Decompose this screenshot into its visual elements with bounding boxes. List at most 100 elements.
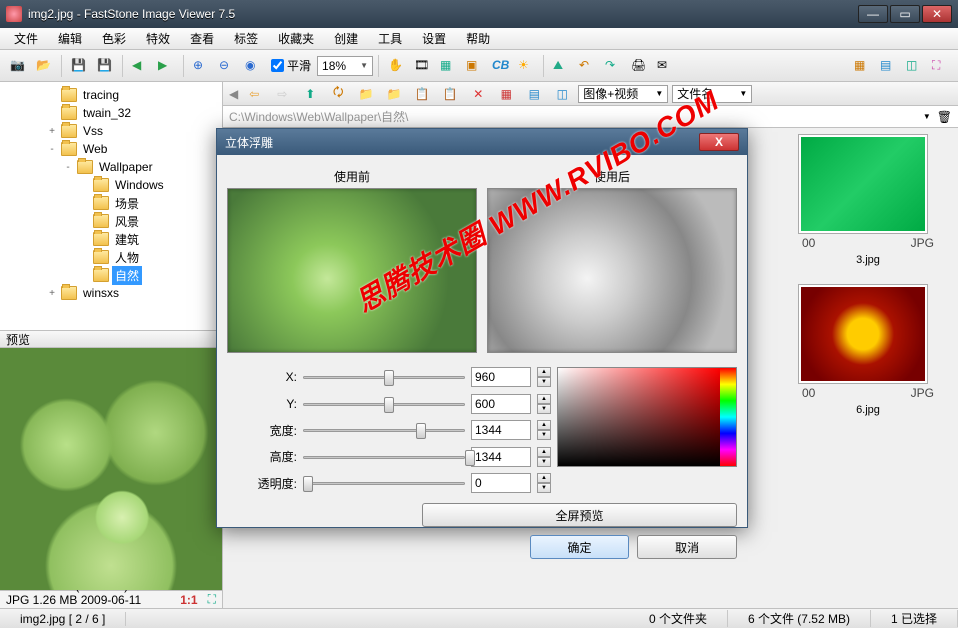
open-icon[interactable]: 📂	[32, 54, 56, 78]
tree-node[interactable]: 场景	[2, 194, 220, 212]
height-input[interactable]: 1344	[471, 447, 531, 467]
opacity-slider[interactable]	[303, 474, 465, 492]
y-spinner[interactable]: ▲▼	[537, 394, 551, 414]
opacity-input[interactable]: 0	[471, 473, 531, 493]
nav-newfolder-icon[interactable]: 📁	[382, 82, 406, 106]
saveas-icon[interactable]: 💾	[93, 54, 117, 78]
menu-help[interactable]: 帮助	[458, 28, 498, 49]
acquire-icon[interactable]: 📷	[6, 54, 30, 78]
ratio-icon[interactable]: 1:1	[180, 593, 197, 607]
adjust-icon[interactable]: ☀	[514, 54, 538, 78]
rotateleft-icon[interactable]: ↶	[575, 54, 599, 78]
print-icon[interactable]: 🖨	[627, 54, 651, 78]
fullscreen-icon[interactable]: ⛶	[928, 54, 952, 78]
nav-fav-icon[interactable]: 📁	[354, 82, 378, 106]
prev-icon[interactable]: ◀	[128, 54, 152, 78]
fullpreview-button[interactable]: 全屏预览	[422, 503, 737, 527]
zoom-combo[interactable]: 18%▼	[317, 56, 373, 76]
hue-slider[interactable]	[720, 368, 736, 466]
view-split-icon[interactable]: ◫	[902, 54, 926, 78]
tree-node[interactable]: +Vss	[2, 122, 220, 140]
ok-button[interactable]: 确定	[530, 535, 630, 559]
menu-view[interactable]: 查看	[182, 28, 222, 49]
maximize-button[interactable]: ▭	[890, 5, 920, 23]
menu-tag[interactable]: 标签	[226, 28, 266, 49]
menu-tools[interactable]: 工具	[370, 28, 410, 49]
dialog-titlebar[interactable]: 立体浮雕 X	[217, 129, 747, 155]
resize-icon[interactable]: ▣	[462, 54, 486, 78]
nav-selectall-icon[interactable]: ▦	[494, 82, 518, 106]
nav-back-icon[interactable]: ⇦	[242, 82, 266, 106]
tree-node[interactable]: -Wallpaper	[2, 158, 220, 176]
sort-combo[interactable]: 文件名▼	[672, 85, 752, 103]
tree-node[interactable]: +winsxs	[2, 284, 220, 302]
next-icon[interactable]: ▶	[154, 54, 178, 78]
path-bar[interactable]: C:\Windows\Web\Wallpaper\自然\ ▼ 🗑	[223, 106, 958, 128]
tree-node[interactable]: -Web	[2, 140, 220, 158]
width-input[interactable]: 1344	[471, 420, 531, 440]
cancel-button[interactable]: 取消	[637, 535, 737, 559]
menu-edit[interactable]: 编辑	[50, 28, 90, 49]
tree-node[interactable]: 风景	[2, 212, 220, 230]
trash-icon[interactable]: 🗑	[937, 110, 952, 124]
menu-effect[interactable]: 特效	[138, 28, 178, 49]
nav-fwd-icon[interactable]: ⇨	[270, 82, 294, 106]
nav-up-icon[interactable]: ⬆	[298, 82, 322, 106]
width-slider[interactable]	[303, 421, 465, 439]
nav-collapse-icon[interactable]: ◀	[229, 87, 238, 101]
height-spinner[interactable]: ▲▼	[537, 447, 551, 467]
smooth-checkbox[interactable]: 平滑	[267, 57, 315, 74]
tree-node-selected[interactable]: 自然	[2, 266, 220, 284]
tree-node[interactable]: twain_32	[2, 104, 220, 122]
tree-node[interactable]: tracing	[2, 86, 220, 104]
compare-icon[interactable]: ▦	[436, 54, 460, 78]
rotateright-icon[interactable]: ↷	[601, 54, 625, 78]
tree-node[interactable]: 人物	[2, 248, 220, 266]
save-icon[interactable]: 💾	[67, 54, 91, 78]
menu-favorites[interactable]: 收藏夹	[270, 28, 322, 49]
hand-icon[interactable]: ✋	[384, 54, 408, 78]
zoomout-icon[interactable]: ⊖	[215, 54, 239, 78]
wallpaper-icon[interactable]: ⛰	[549, 54, 573, 78]
view-list-icon[interactable]: ▤	[876, 54, 900, 78]
menu-color[interactable]: 色彩	[94, 28, 134, 49]
width-spinner[interactable]: ▲▼	[537, 420, 551, 440]
nav-thumbsize-icon[interactable]: ◫	[550, 82, 574, 106]
filter-combo[interactable]: 图像+视频▼	[578, 85, 668, 103]
emboss-dialog: 立体浮雕 X 使用前 使用后 X: 960 ▲▼ Y: 600 ▲▼ 宽度:	[216, 128, 748, 528]
nav-delete-icon[interactable]: ✕	[466, 82, 490, 106]
nav-copy-icon[interactable]: 📋	[410, 82, 434, 106]
tree-node[interactable]: Windows	[2, 176, 220, 194]
y-slider[interactable]	[303, 395, 465, 413]
y-input[interactable]: 600	[471, 394, 531, 414]
preview-before[interactable]	[227, 188, 477, 353]
nav-refresh-icon[interactable]: 🗘	[326, 82, 350, 106]
drawboard-icon[interactable]: CB	[488, 54, 512, 78]
x-input[interactable]: 960	[471, 367, 531, 387]
x-slider[interactable]	[303, 368, 465, 386]
thumbnail-item[interactable]: 00JPG 6.jpg	[798, 284, 938, 418]
x-spinner[interactable]: ▲▼	[537, 367, 551, 387]
nav-list-icon[interactable]: ▤	[522, 82, 546, 106]
folder-tree[interactable]: tracing twain_32 +Vss -Web -Wallpaper Wi…	[0, 82, 222, 330]
opacity-spinner[interactable]: ▲▼	[537, 473, 551, 493]
view-thumbs-icon[interactable]: ▦	[850, 54, 874, 78]
minimize-button[interactable]: —	[858, 5, 888, 23]
preview-image[interactable]	[0, 348, 222, 590]
email-icon[interactable]: ✉	[653, 54, 677, 78]
slideshow-icon[interactable]: 🎞	[410, 54, 434, 78]
menu-settings[interactable]: 设置	[414, 28, 454, 49]
menu-file[interactable]: 文件	[6, 28, 46, 49]
color-picker[interactable]	[557, 367, 737, 467]
preview-after[interactable]	[487, 188, 737, 353]
thumbnail-item[interactable]: 00JPG 3.jpg	[798, 134, 938, 268]
zoomactual-icon[interactable]: ◉	[241, 54, 265, 78]
fit-icon[interactable]: ⛶	[208, 592, 216, 607]
dialog-close-button[interactable]: X	[699, 133, 739, 151]
nav-paste-icon[interactable]: 📋	[438, 82, 462, 106]
menu-create[interactable]: 创建	[326, 28, 366, 49]
tree-node[interactable]: 建筑	[2, 230, 220, 248]
close-button[interactable]: ✕	[922, 5, 952, 23]
height-slider[interactable]	[303, 448, 465, 466]
zoomin-icon[interactable]: ⊕	[189, 54, 213, 78]
